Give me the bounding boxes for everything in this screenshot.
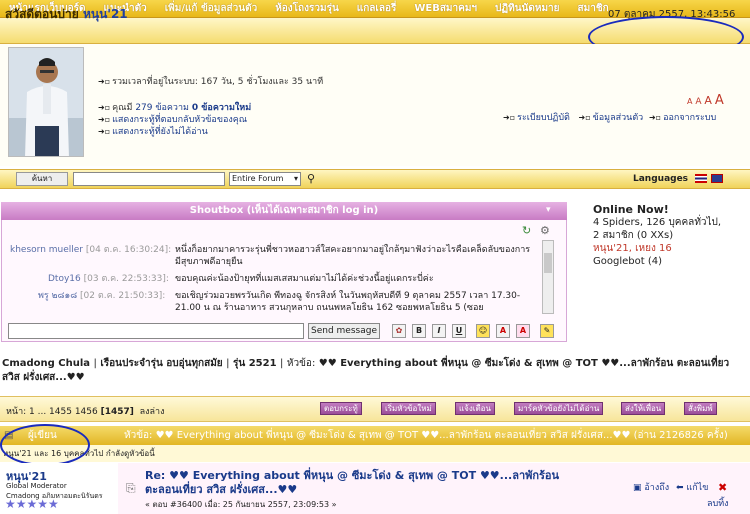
collapse-icon[interactable]: ▾	[546, 205, 551, 215]
new-topic-button[interactable]: เริ่มหัวข้อใหม่	[381, 402, 436, 415]
font-color-button[interactable]: A	[496, 324, 510, 338]
post-title[interactable]: Re: ♥♥ Everything about พี่หนุน @ ซีมะโด…	[145, 469, 595, 497]
nav-edit-profile[interactable]: เพิ่ม/แก้ ข้อมูลส่วนตัว	[156, 1, 266, 16]
nav-web-association[interactable]: WEBสมาคมฯ	[405, 1, 486, 16]
shout-time: [04 ต.ค. 16:30:24]:	[85, 245, 172, 255]
profile-link[interactable]: ข้อมูลส่วนตัว	[593, 113, 644, 123]
settings-icon[interactable]: ⚙	[540, 224, 550, 237]
current-page: [1457]	[100, 407, 134, 417]
shoutbox-title: Shoutbox (เห็นได้เฉพาะสมาชิก log in)	[1, 202, 567, 220]
search-scope-select[interactable]: Entire Forum ▾	[229, 172, 301, 186]
notify-button[interactable]: แจ้งเตือน	[455, 402, 495, 415]
edit-icon: ⬅	[676, 483, 684, 493]
edit-action[interactable]: ⬅ แก้ไข	[676, 480, 708, 494]
search-button[interactable]: ค้นหา	[16, 172, 68, 186]
mark-unread-button[interactable]: มาร์คหัวข้อยังไม่ได้อ่าน	[514, 402, 604, 415]
profile-actions: ➜▫ ระเบียบปฏิบัติ ➜▫ ข้อมูลส่วนตัว ➜▫ ออกจา…	[503, 113, 717, 123]
total-time: ➜▫ รวมเวลาที่อยู่ในระบบ: 167 วัน, 5 ชั่วโ…	[98, 77, 324, 87]
post-author-role: Global Moderator	[6, 482, 67, 490]
thread-viewers: หนุน'21 และ 16 บุคคลทั่วไป กำลังดูหัวข้อ…	[0, 445, 750, 462]
shout-message: Dtoy16 [03 ต.ค. 22:53:33]:	[48, 273, 178, 285]
breadcrumb-subboard[interactable]: เรือนประจำรุ่น อบอุ่นทุกสมัย	[100, 358, 222, 369]
underline-button[interactable]: U	[452, 324, 466, 338]
thread-header: ▤ ผู้เขียน หัวข้อ: ♥♥ Everything about พ…	[0, 426, 750, 445]
italic-button[interactable]: I	[432, 324, 446, 338]
font-size-l[interactable]: A	[715, 93, 724, 108]
emoticon-button[interactable]: ☺	[476, 324, 490, 338]
shout-author[interactable]: พรู ๒๘๑๘	[38, 291, 77, 301]
refresh-icon[interactable]: ↻	[522, 224, 531, 237]
unread-link[interactable]: แสดงกระทู้ที่ยังไม่ได้อ่าน	[112, 127, 208, 137]
font-size-m[interactable]: A	[704, 94, 712, 107]
highlight-color-button[interactable]: A	[516, 324, 530, 338]
breadcrumb: Cmadong Chula | เรือนประจำรุ่น อบอุ่นทุก…	[2, 358, 730, 383]
scrollbar-thumb[interactable]	[544, 253, 552, 273]
online-title: Online Now!	[593, 203, 669, 216]
send-message-button[interactable]: Send message	[308, 323, 380, 339]
shout-time: [02 ต.ค. 21:50:33]:	[80, 291, 166, 301]
unread-link-row: ➜▫ แสดงกระทู้ที่ยังไม่ได้อ่าน	[98, 127, 208, 137]
smiley-settings-icon[interactable]: ✿	[392, 324, 406, 338]
nav-gallery[interactable]: แกลเลอรี่	[348, 1, 406, 16]
greeting: สวัสดีตอนบ่าย หนุน'21	[5, 5, 128, 24]
shout-author[interactable]: Dtoy16	[48, 274, 81, 284]
online-members-list[interactable]: หนุน'21, เหยง 16	[593, 242, 721, 255]
online-bots: Googlebot (4)	[593, 256, 662, 267]
font-size-xs[interactable]: A	[687, 97, 692, 106]
delete-action[interactable]: ลบทิ้ง	[707, 496, 729, 510]
shoutbox	[1, 202, 567, 342]
avatar-photo	[9, 48, 83, 156]
pagination: หน้า: 1 ... 1455 1456 [1457] ลงล่าง	[6, 404, 165, 418]
breadcrumb-generation[interactable]: รุ่น 2521	[233, 358, 277, 369]
shout-text: ขอบคุณค่ะน้องป้ายุทที่แมสเสสมาแต่มาไม่ได…	[175, 274, 434, 284]
shout-message: พรู ๒๘๑๘ [02 ต.ค. 21:50:33]:	[38, 290, 178, 302]
go-down-link[interactable]: ลงล่าง	[140, 407, 165, 417]
post-icon: ⎘	[126, 481, 136, 495]
logout-link[interactable]: ออกจากระบบ	[663, 113, 716, 123]
breadcrumb-topic-prefix: หัวข้อ:	[286, 358, 316, 369]
chevron-down-icon: ▾	[293, 174, 298, 183]
search-input[interactable]	[73, 172, 225, 186]
reply-button[interactable]: ตอบกระทู้	[320, 402, 362, 415]
shout-author[interactable]: khesorn mueller	[10, 245, 83, 255]
languages-label: Languages	[633, 174, 689, 184]
send-to-friend-button[interactable]: ส่งให้เพื่อน	[621, 402, 666, 415]
flag-english-icon[interactable]	[711, 174, 723, 183]
greeting-username: หนุน'21	[82, 7, 128, 21]
flag-thai-icon[interactable]	[695, 174, 707, 183]
font-size-s[interactable]: A	[695, 97, 701, 107]
thread-title: หัวข้อ: ♥♥ Everything about พี่หนุน @ ซี…	[124, 430, 728, 441]
post-meta: « ตอบ #36400 เมื่อ: 25 กันยายน 2557, 23:…	[145, 500, 337, 509]
shout-input[interactable]	[8, 323, 304, 339]
nav-calendar[interactable]: ปฏิทินนัดหมาย	[486, 1, 568, 16]
bold-button[interactable]: B	[412, 324, 426, 338]
paint-icon[interactable]: ✎	[540, 324, 554, 338]
online-guests: 4 Spiders, 126 บุคคลทั่วไป,	[593, 217, 722, 228]
magnifier-icon[interactable]: ⚲	[307, 172, 315, 185]
font-size-selector: A A A A	[687, 93, 724, 108]
rules-link[interactable]: ระเบียบปฏิบัติ	[517, 113, 570, 123]
avatar	[8, 47, 84, 157]
shoutbox-scrollbar[interactable]	[542, 240, 554, 314]
shout-text: หนึ่งก็อยากมาคารวะรุ่นพี่ชาวหอฮาวส์ใสคะอ…	[175, 245, 531, 267]
shout-time: [03 ต.ค. 22:53:33]:	[83, 274, 169, 284]
online-members-count: 2 สมาชิก (0 XXs)	[593, 230, 674, 241]
rank-stars: ★★★★★	[5, 497, 59, 511]
greeting-prefix: สวัสดีตอนบ่าย	[5, 7, 79, 21]
quote-icon: ▣	[633, 483, 642, 493]
quote-action[interactable]: ▣ อ้างถึง	[633, 480, 669, 494]
breadcrumb-board[interactable]: Cmadong Chula	[2, 358, 90, 369]
highlight-oval-author	[0, 424, 90, 466]
online-panel: Online Now! 4 Spiders, 126 บุคคลทั่วไป, …	[593, 203, 721, 268]
page-links[interactable]: หน้า: 1 ... 1455 1456	[6, 407, 98, 417]
nav-hall[interactable]: ห้องโถงรวมรุ่น	[266, 1, 348, 16]
delete-icon[interactable]: ✖	[718, 481, 727, 494]
print-button[interactable]: สั่งพิมพ์	[684, 402, 717, 415]
post-author-panel: หนุน'21 Global Moderator Cmadong อภิมหาอ…	[0, 463, 118, 514]
shout-text: ขอเชิญร่วมอวยพรวันเกิด พี่ทองฉู จักรสิงห…	[175, 291, 521, 313]
